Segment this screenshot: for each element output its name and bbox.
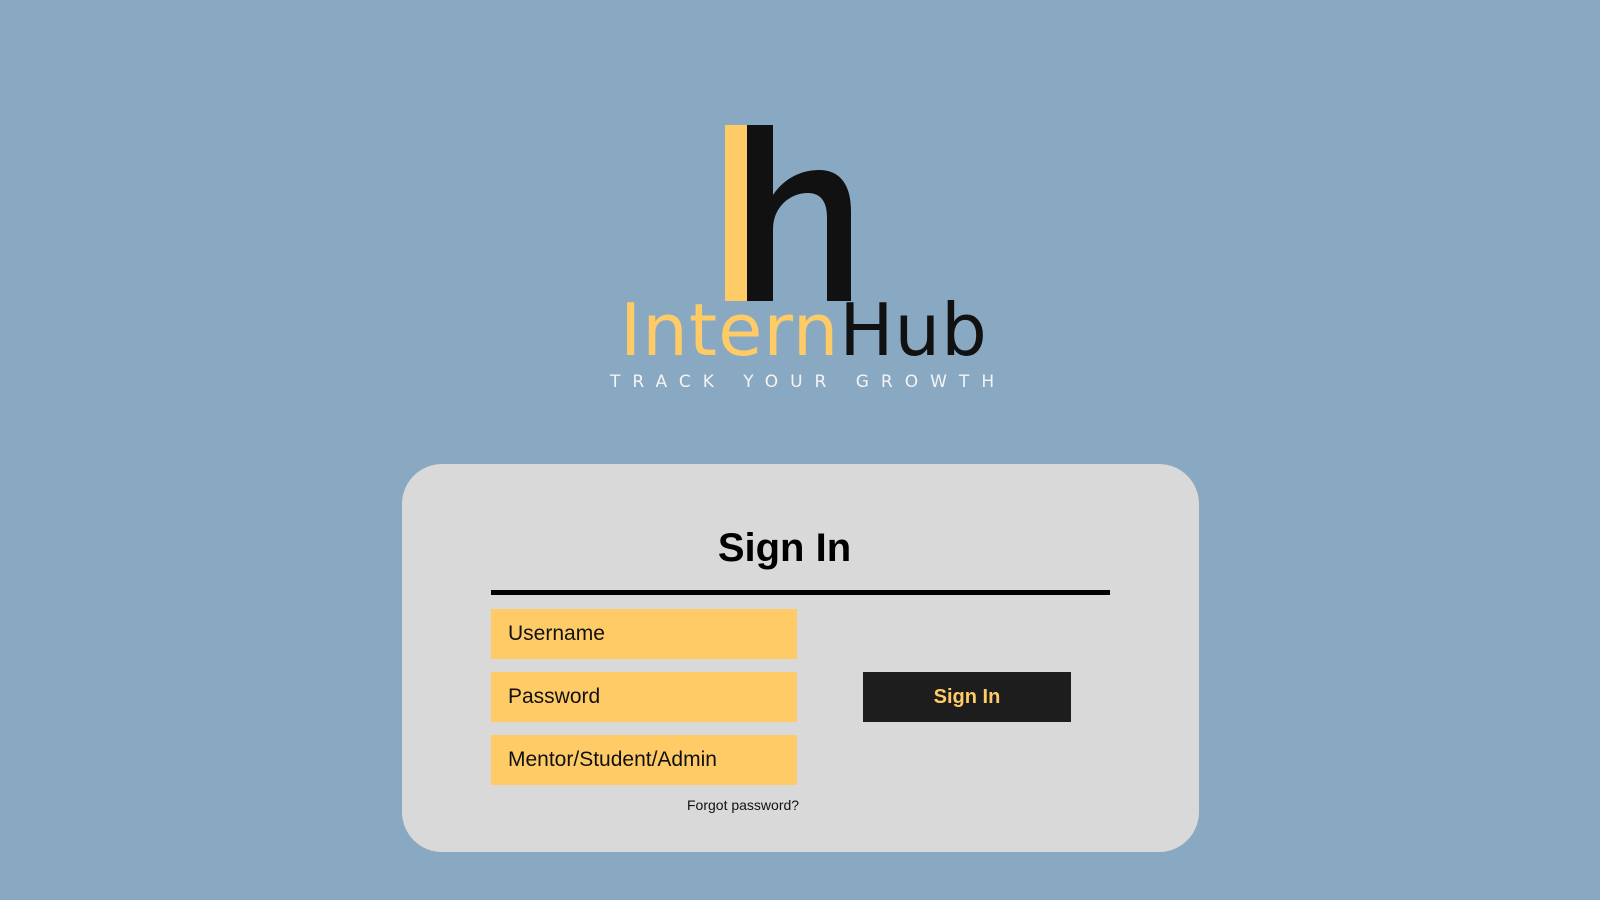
title-divider bbox=[491, 590, 1110, 595]
h-letter-logo-icon bbox=[725, 125, 851, 301]
forgot-password-link[interactable]: Forgot password? bbox=[687, 797, 807, 813]
tagline: TRACK YOUR GROWTH bbox=[610, 372, 1007, 392]
username-field[interactable] bbox=[491, 609, 797, 659]
role-field[interactable] bbox=[491, 735, 797, 785]
logo-h-glyph bbox=[747, 125, 851, 301]
signin-button[interactable]: Sign In bbox=[863, 672, 1071, 722]
app-name: InternHub bbox=[620, 290, 1000, 370]
logo-yellow-bar bbox=[725, 125, 747, 301]
app-name-part-1: Intern bbox=[620, 288, 840, 372]
signin-title: Sign In bbox=[717, 526, 852, 570]
logo: InternHub TRACK YOUR GROWTH bbox=[0, 0, 1600, 420]
app-name-part-2: Hub bbox=[839, 288, 988, 372]
password-field[interactable] bbox=[491, 672, 797, 722]
signin-card: Sign In Sign In Forgot password? bbox=[402, 464, 1199, 852]
